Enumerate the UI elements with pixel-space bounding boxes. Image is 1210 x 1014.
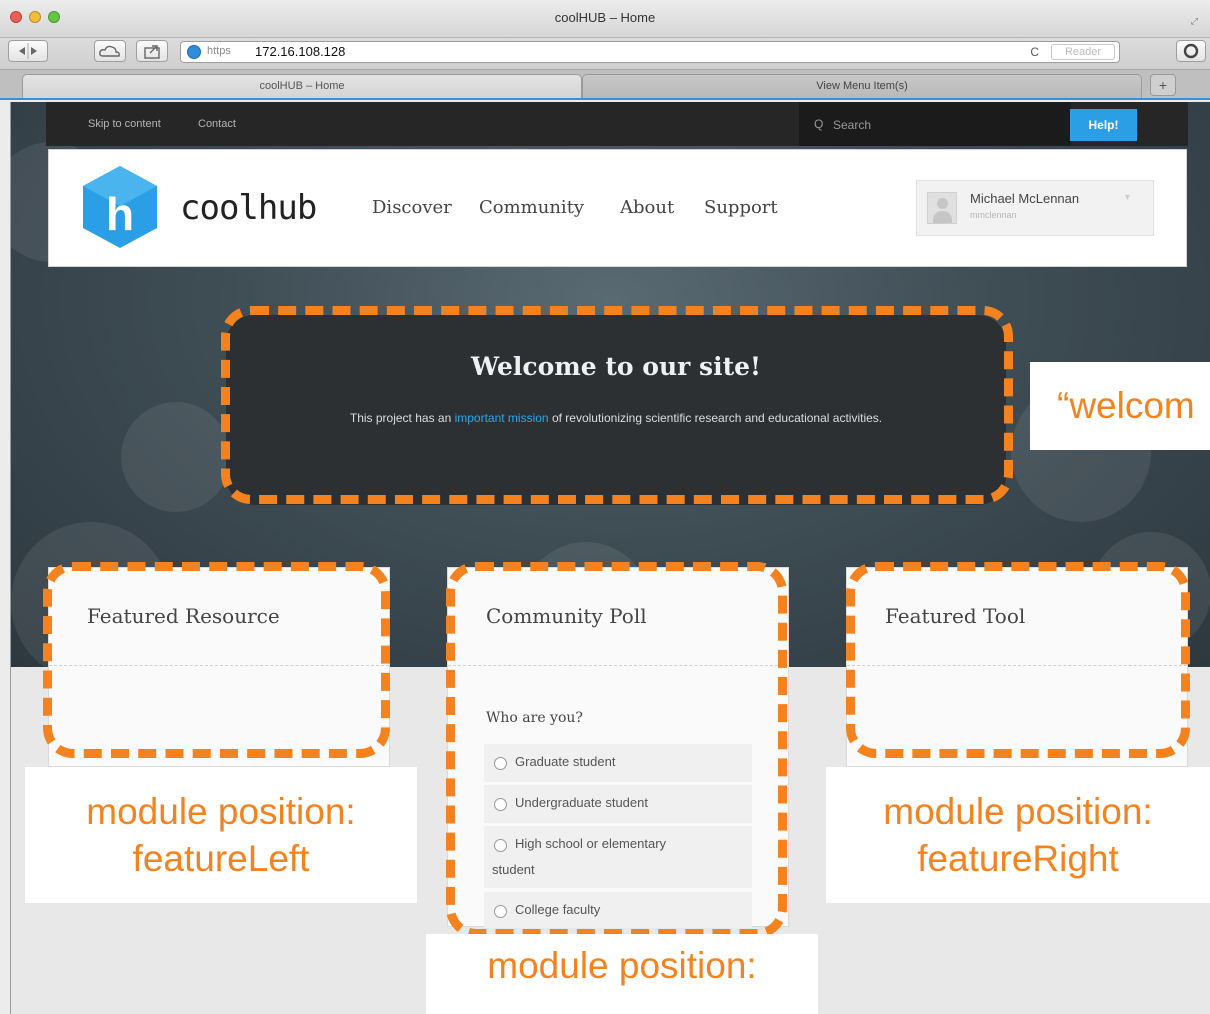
title-bar: coolHUB – Home ⤢	[0, 0, 1210, 38]
user-name: Michael McLennan	[970, 191, 1080, 206]
callout-line: module position:	[487, 945, 757, 986]
reader-button[interactable]: Reader	[1051, 44, 1115, 60]
share-icon	[144, 45, 160, 59]
help-button[interactable]: Help!	[1070, 109, 1137, 141]
feature-mid-outline	[446, 562, 787, 938]
welcome-outline	[221, 306, 1013, 504]
globe-icon	[187, 45, 201, 59]
callout-line: featureRight	[917, 838, 1119, 879]
feature-left-outline	[43, 562, 390, 758]
address-bar[interactable]: https 172.16.108.128 C Reader	[180, 41, 1120, 63]
contact-link[interactable]: Contact	[198, 118, 236, 130]
search-input[interactable]: Q Search	[799, 102, 1071, 146]
url-scheme: https	[207, 45, 231, 57]
new-tab-button[interactable]: +	[1150, 74, 1176, 96]
browser-window: coolHUB – Home ⤢ https 172.16.108.128 C …	[0, 0, 1210, 1014]
share-button[interactable]	[136, 40, 168, 62]
chevron-down-icon: ▾	[1125, 192, 1131, 203]
skip-to-content-link[interactable]: Skip to content	[88, 118, 161, 130]
tab-coolhub-home[interactable]: coolHUB – Home	[22, 74, 582, 98]
back-forward-buttons[interactable]	[8, 40, 48, 62]
logo-text[interactable]: coolhub	[180, 188, 317, 228]
url-host: 172.16.108.128	[255, 44, 346, 59]
avatar	[927, 192, 957, 224]
extension-button[interactable]	[1176, 40, 1206, 62]
bokeh-bubble	[121, 402, 231, 512]
reload-icon[interactable]: C	[1030, 45, 1039, 59]
extension-icon	[1183, 43, 1199, 59]
feature-left-callout: module position: featureLeft	[25, 767, 417, 903]
feature-right-outline	[846, 562, 1190, 758]
user-menu[interactable]: Michael McLennan mmclennan ▾	[916, 180, 1154, 236]
nav-about[interactable]: About	[620, 197, 674, 218]
user-login: mmclennan	[970, 210, 1017, 220]
callout-line: module position:	[883, 791, 1153, 832]
fullscreen-icon[interactable]: ⤢	[1191, 16, 1198, 27]
back-forward-icon	[19, 43, 37, 59]
logo-letter: h	[106, 188, 134, 240]
callout-line: featureLeft	[132, 838, 310, 879]
feature-right-callout: module position: featureRight	[826, 767, 1210, 903]
callout-line: module position:	[86, 791, 356, 832]
nav-community[interactable]: Community	[479, 197, 584, 218]
welcome-callout: “welcom	[1030, 362, 1210, 450]
utility-bar: Skip to content Contact Q Search Help!	[46, 102, 1188, 146]
tab-bar: coolHUB – Home View Menu Item(s) +	[0, 70, 1210, 100]
nav-support[interactable]: Support	[704, 197, 778, 218]
search-icon: Q	[814, 117, 824, 131]
icloud-tabs-button[interactable]	[94, 40, 126, 62]
nav-discover[interactable]: Discover	[372, 197, 452, 218]
cloud-icon	[99, 45, 120, 57]
browser-toolbar: https 172.16.108.128 C Reader	[0, 38, 1210, 70]
window-title: coolHUB – Home	[554, 10, 656, 25]
logo-icon[interactable]: h	[81, 164, 159, 250]
search-placeholder: Search	[833, 118, 872, 132]
feature-mid-callout: module position:	[426, 934, 818, 1014]
site-header: h coolhub Discover Community About Suppo…	[48, 149, 1187, 267]
tab-view-menu-items[interactable]: View Menu Item(s)	[582, 74, 1142, 98]
